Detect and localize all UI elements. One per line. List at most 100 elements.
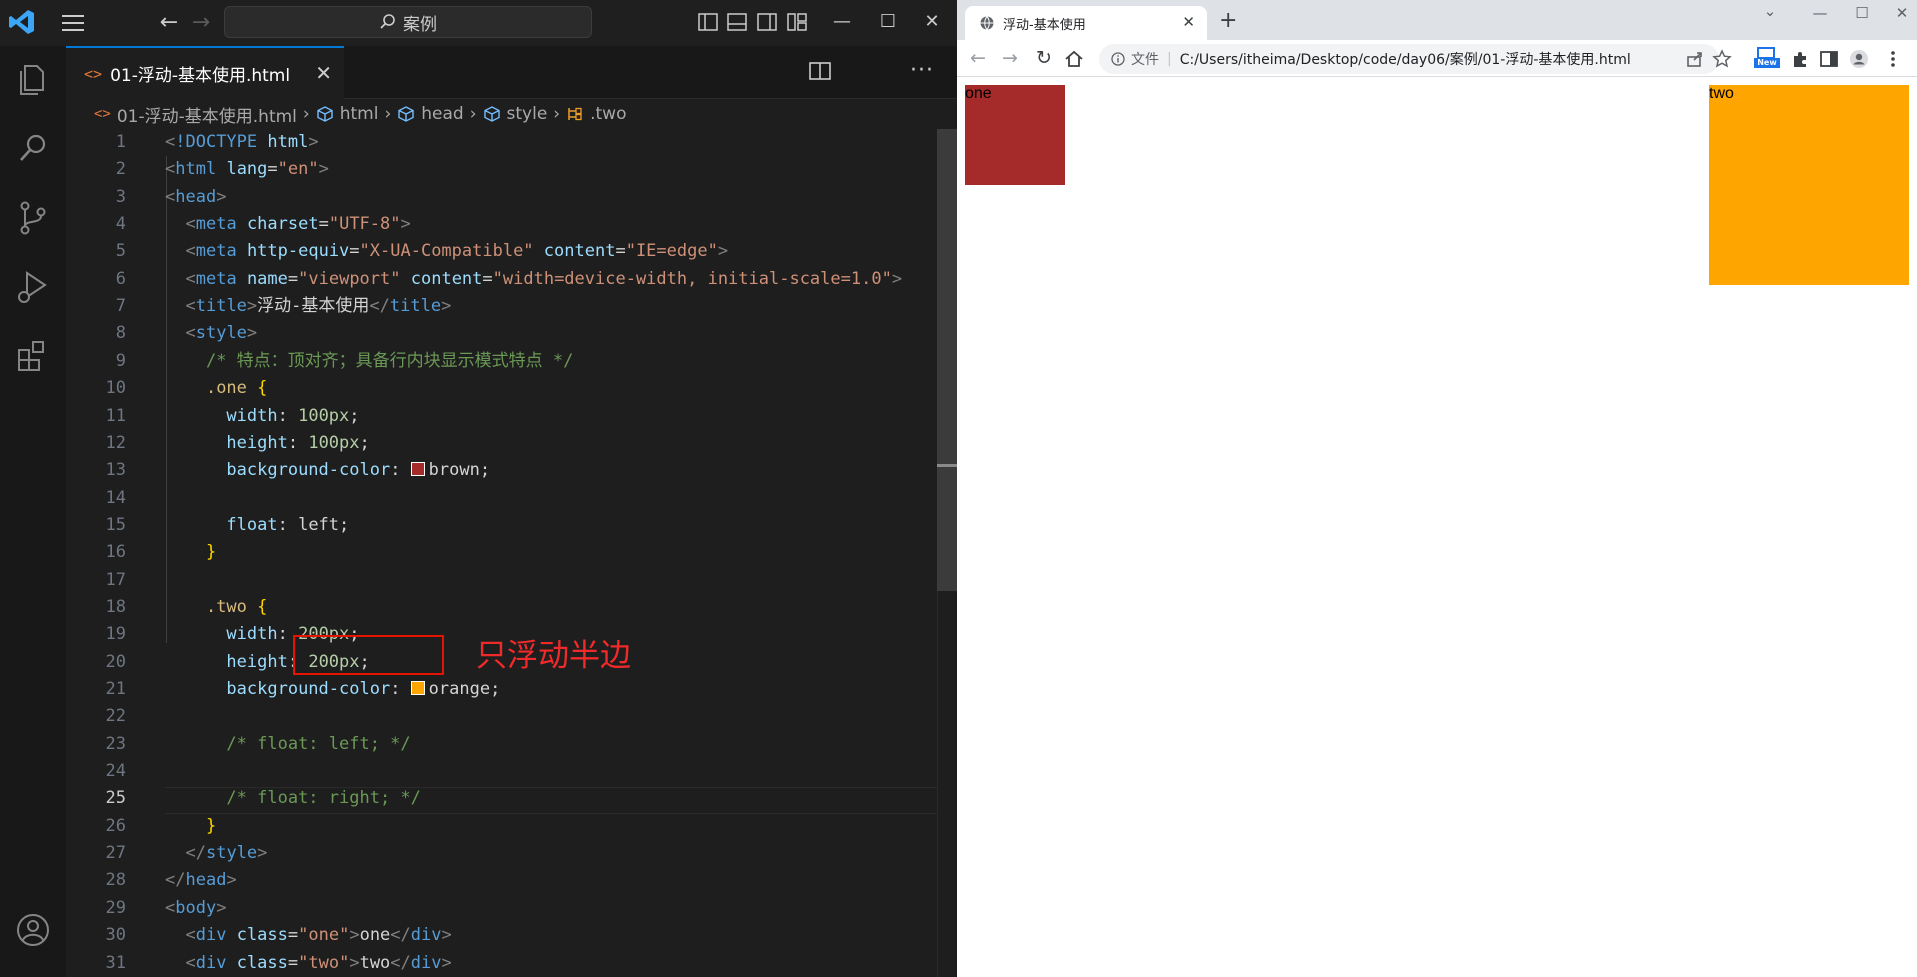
code-line[interactable]: 26 } [66,813,937,840]
browser-tab[interactable]: 浮动-基本使用 ✕ [965,6,1207,40]
tab-close-icon[interactable]: ✕ [315,62,332,84]
breadcrumb-item-style[interactable]: style [483,104,547,124]
code-text: /* 特点：顶对齐；具备行内块显示模式特点 */ [205,350,574,371]
line-number: 5 [115,241,126,262]
line-number: 1 [115,132,126,152]
breadcrumb-item-html[interactable]: html [316,104,379,124]
command-center-search[interactable]: 案例 [224,6,592,38]
back-arrow-icon[interactable]: ← [156,10,182,36]
code-line[interactable]: 25 /* float: right; */ [66,785,937,812]
close-icon[interactable]: ✕ [912,8,952,36]
code-line[interactable]: 11 width: 100px; [66,403,937,430]
code-line[interactable]: 21 background-color: orange; [66,676,937,703]
code-line[interactable]: 22 [66,703,937,730]
accounts-icon[interactable] [11,908,55,952]
toggle-panel-icon[interactable] [726,11,748,33]
explorer-icon[interactable] [11,58,55,102]
code-line[interactable]: 2 <html lang="en"> [66,156,937,183]
code-line[interactable]: 12 height: 100px; [66,430,937,457]
code-line[interactable]: 5 <meta http-equiv="X-UA-Compatible" con… [66,238,937,265]
code-line[interactable]: 10 .one { [66,375,937,402]
home-icon[interactable] [1063,48,1085,70]
new-tab-button[interactable]: + [1219,8,1237,33]
breadcrumb-chevron-icon: › [469,104,477,124]
code-line[interactable]: 8 <style> [66,320,937,347]
css-selector-icon [568,107,582,121]
breadcrumb-file-label: 01-浮动-基本使用.html [116,106,297,127]
code-line[interactable]: 28 </head> [66,867,937,894]
chrome-menu-icon[interactable] [1882,48,1904,70]
code-line[interactable]: 14 [66,485,937,512]
toggle-primary-sidebar-icon[interactable] [697,11,719,33]
browser-tab-close-icon[interactable]: ✕ [1182,13,1195,31]
code-editor[interactable]: 1 <!DOCTYPE html> 2 <html lang="en"> 3 <head>… [66,129,1027,977]
code-line[interactable]: 15 float: left; [66,512,937,539]
breadcrumb-item-two[interactable]: .two [566,104,626,124]
address-separator: | [1167,51,1172,67]
breadcrumb-label: html [339,104,379,124]
address-bar[interactable]: 文件 | C:/Users/itheima/Desktop/code/day06… [1099,44,1719,74]
code-text: <div class="two">two</div> [185,952,452,973]
extensions-puzzle-icon[interactable] [1789,48,1811,70]
maximize-icon[interactable]: ☐ [868,8,908,36]
vscode-window: ← → 案例 — ☐ ✕ <> 01-浮动-基本使用.html ✕ ··· <>… [0,0,1027,977]
code-line[interactable]: 4 <meta charset="UTF-8"> [66,211,937,238]
code-line[interactable]: 23 /* float: left; */ [66,731,937,758]
code-line[interactable]: 17 [66,567,937,594]
code-line[interactable]: 3 <head> [66,184,937,211]
editor-tab[interactable]: <> 01-浮动-基本使用.html ✕ [66,46,344,99]
breadcrumb-item-head[interactable]: head [397,104,464,124]
line-number: 28 [105,870,126,891]
extensions-icon[interactable] [11,334,55,378]
search-icon[interactable] [11,127,55,171]
bookmark-star-icon[interactable] [1711,48,1733,70]
close-icon[interactable]: ✕ [1887,4,1917,26]
breadcrumb: <> 01-浮动-基本使用.html › html › head › style… [66,99,957,129]
color-swatch[interactable] [410,462,425,477]
line-number: 19 [105,624,126,645]
line-number: 3 [115,186,126,207]
forward-arrow-icon[interactable]: → [997,45,1023,71]
share-icon[interactable] [1684,48,1706,70]
hamburger-menu-icon[interactable] [60,12,88,34]
line-number: 24 [105,761,126,782]
forward-arrow-icon[interactable]: → [188,10,214,36]
browser-tab-strip: 浮动-基本使用 ✕ + ⌄ — ☐ ✕ [957,0,1917,40]
code-line[interactable]: 9 /* 特点：顶对齐；具备行内块显示模式特点 */ [66,348,937,375]
globe-icon [980,16,994,30]
code-line[interactable]: 31 <div class="two">two</div> [66,950,937,977]
customize-layout-icon[interactable] [786,11,808,33]
code-line[interactable]: 16 } [66,539,937,566]
reload-icon[interactable]: ↻ [1031,45,1057,71]
code-line[interactable]: 6 <meta name="viewport" content="width=d… [66,266,937,293]
code-line[interactable]: 13 background-color: brown; [66,457,937,484]
info-icon[interactable] [1111,52,1125,66]
maximize-icon[interactable]: ☐ [1847,4,1877,26]
code-text: </head> [165,870,237,891]
line-number: 12 [105,432,126,453]
code-line[interactable]: 27 </style> [66,840,937,867]
split-editor-icon[interactable] [808,60,832,82]
toggle-secondary-sidebar-icon[interactable] [756,11,778,33]
color-swatch[interactable] [410,681,425,695]
code-line[interactable]: 18 .two { [66,594,937,621]
box-one: one [965,85,1065,185]
profile-avatar-icon[interactable] [1848,48,1870,70]
breadcrumb-chevron-icon: › [384,104,392,124]
code-line[interactable]: 24 [66,758,937,785]
code-line[interactable]: 7 <title>浮动-基本使用</title> [66,293,937,320]
code-line[interactable]: 30 <div class="one">one</div> [66,922,937,949]
more-actions-icon[interactable]: ··· [910,58,934,83]
back-arrow-icon[interactable]: ← [965,45,991,71]
source-control-icon[interactable] [11,196,55,240]
code-line[interactable]: 29 <body> [66,895,937,922]
minimize-icon[interactable]: — [822,8,862,36]
tab-search-chevron-icon[interactable]: ⌄ [1755,2,1785,24]
minimize-icon[interactable]: — [1805,4,1835,26]
code-line[interactable]: 1 <!DOCTYPE html> [66,129,937,156]
breadcrumb-file[interactable]: <> 01-浮动-基本使用.html [94,102,297,127]
run-and-debug-icon[interactable] [11,265,55,309]
side-panel-icon[interactable] [1818,48,1840,70]
breadcrumb-label: head [421,104,464,124]
editor-scrollbar-thumb[interactable] [937,129,957,591]
